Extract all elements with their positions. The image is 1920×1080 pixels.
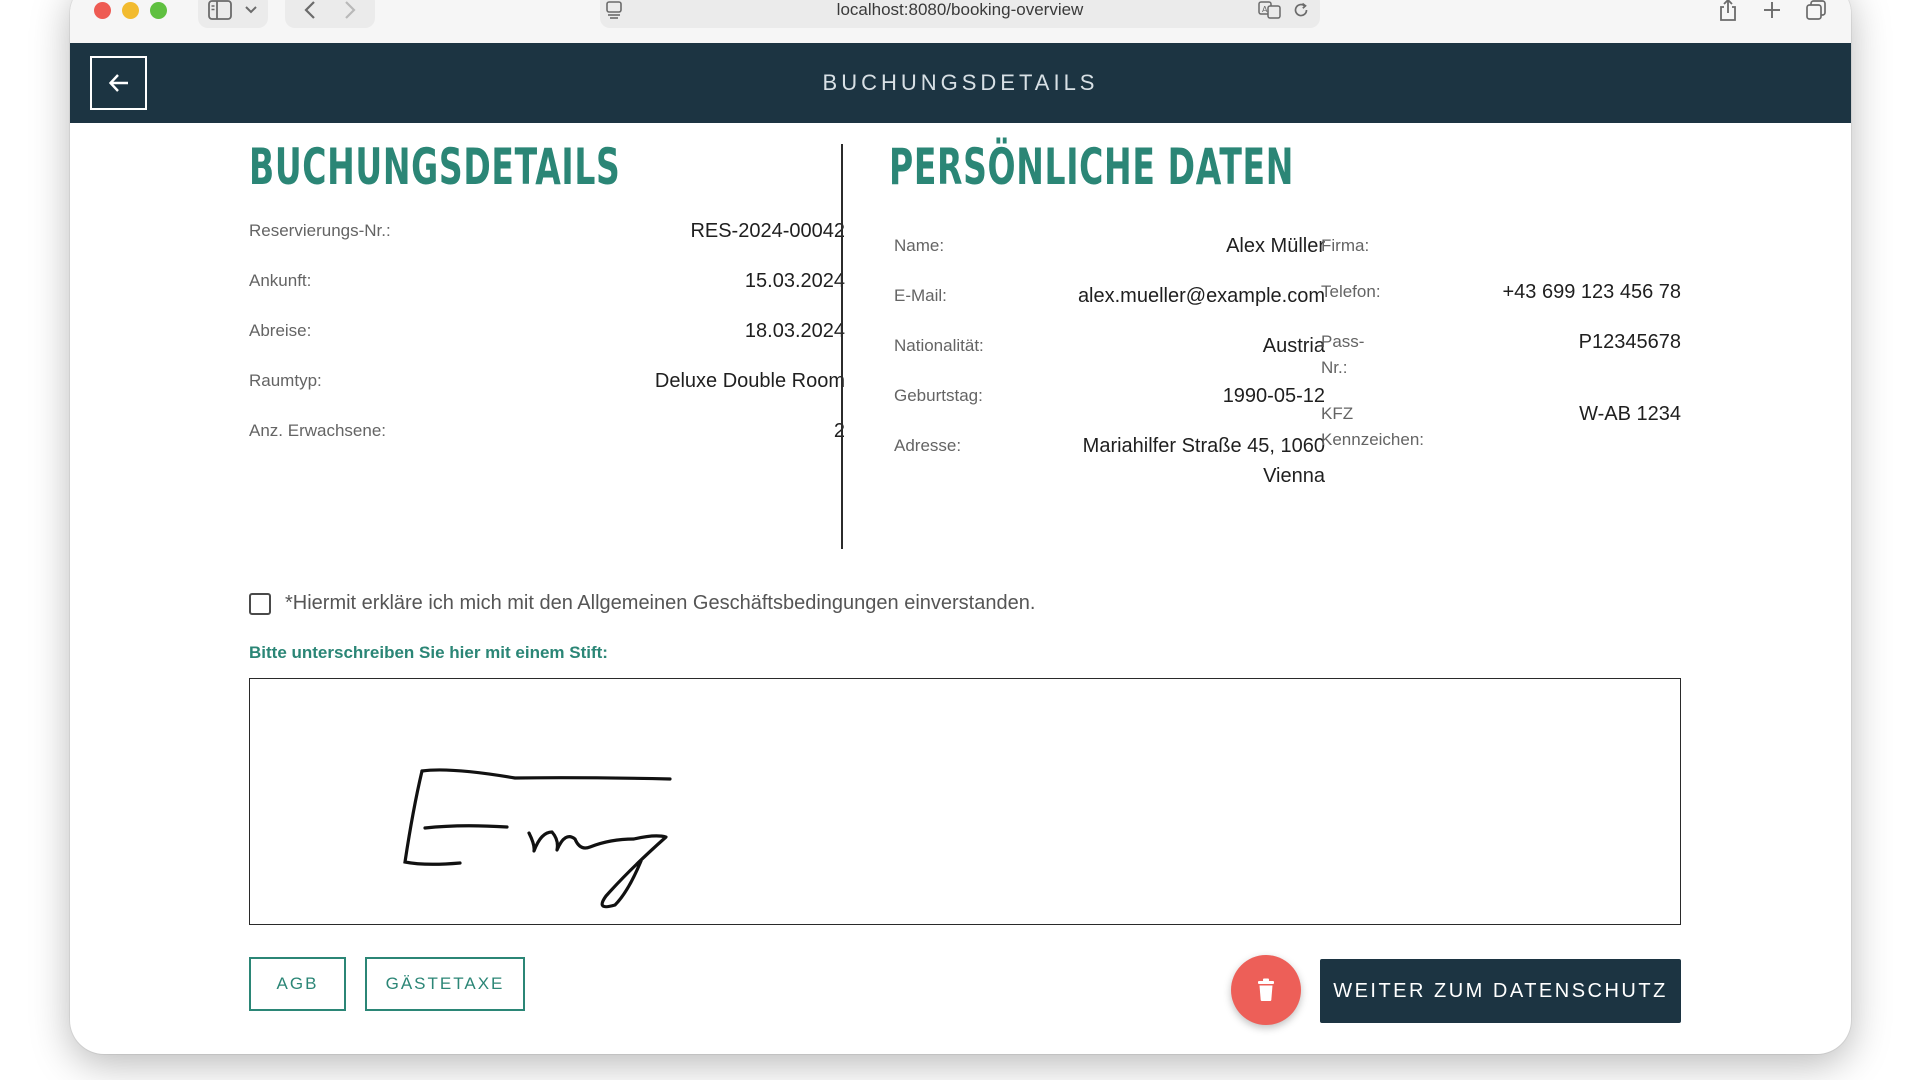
name-label: Name: (894, 236, 945, 255)
phone-value: +43 699 123 456 78 (1502, 281, 1681, 303)
close-window-button[interactable] (94, 2, 111, 19)
browser-toolbar: localhost:8080/booking-overview A (70, 0, 1851, 43)
address-value-line2: Vienna (1263, 465, 1325, 487)
agb-button[interactable]: AGB (249, 957, 346, 1011)
nationality-label: Nationalität: (894, 336, 984, 355)
sidebar-icon (208, 0, 232, 20)
page-menu-icon[interactable] (604, 0, 624, 20)
terms-row: *Hiermit erkläre ich mich mit den Allgem… (249, 592, 1035, 615)
adults-count-value: 2 (833, 420, 845, 442)
svg-text:A: A (1262, 5, 1268, 14)
birthday-label: Geburtstag: (894, 386, 983, 405)
departure-value: 18.03.2024 (744, 320, 845, 342)
url-text: localhost:8080/booking-overview (836, 0, 1084, 19)
birthday-value: 1990-05-12 (1222, 385, 1325, 407)
address-value-line1: Mariahilfer Straße 45, 1060 (1082, 435, 1325, 457)
history-nav (285, 0, 375, 28)
name-value: Alex Müller (1226, 235, 1325, 257)
column-divider (841, 144, 843, 549)
maximize-window-button[interactable] (150, 2, 167, 19)
trash-icon (1258, 978, 1274, 1001)
adults-count-label: Anz. Erwachsene: (249, 421, 387, 440)
address-bar[interactable]: localhost:8080/booking-overview A (600, 0, 1320, 28)
company-label: Firma: (1321, 236, 1370, 255)
license-plate-label-line2: Kennzeichen: (1321, 430, 1425, 449)
passport-value: P12345678 (1578, 331, 1681, 353)
tab-overview-button[interactable] (1798, 0, 1834, 28)
tabs-icon (1806, 0, 1826, 20)
email-label: E-Mail: (894, 286, 947, 305)
booking-heading: BUCHUNGSDETAILS (249, 138, 621, 196)
forward-nav-icon[interactable] (343, 0, 357, 20)
new-tab-button[interactable] (1754, 0, 1790, 28)
signature-pad[interactable] (249, 678, 1681, 925)
arrival-label: Ankunft: (249, 271, 312, 290)
arrival-value: 15.03.2024 (744, 270, 845, 292)
passport-label-line2: Nr.: (1321, 358, 1348, 377)
departure-label: Abreise: (249, 321, 312, 340)
signature-label: Bitte unterschreiben Sie hier mit einem … (249, 643, 608, 662)
email-value: alex.mueller@example.com (1077, 285, 1325, 307)
clear-signature-button[interactable] (1231, 955, 1301, 1025)
nationality-value: Austria (1262, 335, 1325, 357)
plus-icon (1764, 2, 1780, 18)
passport-label-line1: Pass- (1321, 332, 1365, 351)
page-title: BUCHUNGSDETAILS (822, 70, 1099, 95)
sidebar-toggle-button[interactable] (198, 0, 268, 28)
terms-text: *Hiermit erkläre ich mich mit den Allgem… (285, 592, 1036, 614)
reload-icon[interactable] (1292, 1, 1310, 19)
signature-stroke (403, 768, 672, 909)
share-icon (1720, 0, 1736, 21)
room-type-value: Deluxe Double Room (654, 370, 845, 392)
address-label: Adresse: (894, 436, 962, 455)
license-plate-label-line1: KFZ (1321, 404, 1354, 423)
translate-icon[interactable]: A (1258, 0, 1282, 20)
continue-to-privacy-button[interactable]: WEITER ZUM DATENSCHUTZ (1320, 959, 1681, 1023)
guest-tax-button[interactable]: GÄSTETAXE (365, 957, 525, 1011)
reservation-number-label: Reservierungs-Nr.: (249, 221, 391, 240)
phone-label: Telefon: (1321, 282, 1381, 301)
room-type-label: Raumtyp: (249, 371, 322, 390)
back-nav-icon[interactable] (303, 0, 317, 20)
personal-data-heading: PERSÖNLICHE DATEN (889, 138, 1295, 196)
chevron-down-icon (245, 6, 257, 14)
minimize-window-button[interactable] (122, 2, 139, 19)
reservation-number-value: RES-2024-00042 (690, 220, 845, 242)
terms-checkbox[interactable] (249, 592, 271, 615)
license-plate-value: W-AB 1234 (1579, 403, 1681, 425)
app-header: BUCHUNGSDETAILS (70, 43, 1851, 123)
share-button[interactable] (1710, 0, 1746, 28)
browser-window: localhost:8080/booking-overview A BUCHUN… (70, 0, 1851, 1054)
